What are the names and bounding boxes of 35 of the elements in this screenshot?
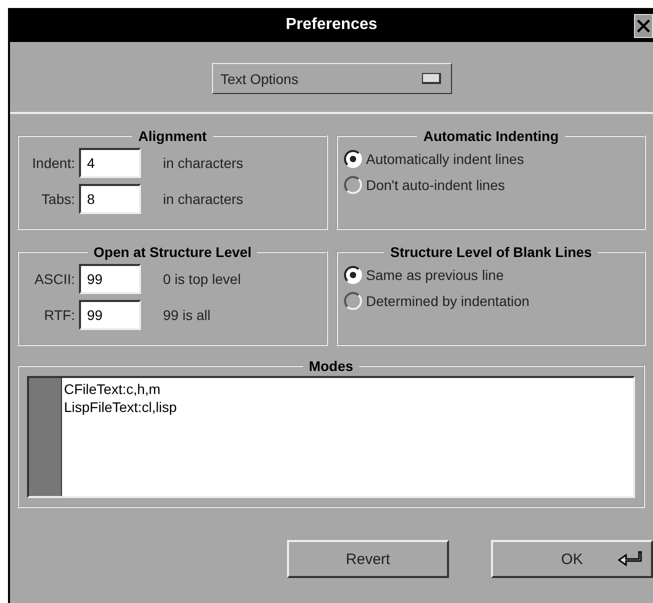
ok-button[interactable]: OK bbox=[491, 540, 653, 578]
group-title: Alignment bbox=[137, 128, 208, 144]
group-title: Structure Level of Blank Lines bbox=[389, 244, 593, 260]
radio-button[interactable] bbox=[344, 266, 362, 284]
group-title: Automatic Indenting bbox=[422, 128, 560, 144]
list-item[interactable]: LispFileText:cl,lisp bbox=[64, 398, 177, 416]
revert-button[interactable]: Revert bbox=[287, 540, 449, 578]
modes-list[interactable]: CFileText:c,h,m LispFileText:cl,lisp bbox=[27, 376, 635, 498]
group-title: Modes bbox=[308, 358, 354, 374]
radio-label: Determined by indentation bbox=[366, 293, 530, 309]
radio-button[interactable] bbox=[344, 150, 362, 168]
field-hint: in characters bbox=[163, 191, 244, 207]
return-arrow-icon bbox=[617, 550, 645, 568]
menu-indicator-icon bbox=[422, 73, 440, 84]
radio-label: Don't auto-indent lines bbox=[366, 177, 505, 193]
close-button[interactable] bbox=[634, 14, 653, 38]
group-title: Open at Structure Level bbox=[92, 244, 252, 260]
number-field[interactable]: 4 bbox=[79, 148, 141, 178]
window-title: Preferences bbox=[286, 16, 378, 34]
radio-button[interactable] bbox=[344, 292, 362, 310]
field-hint: 99 is all bbox=[163, 307, 210, 323]
radio-button[interactable] bbox=[344, 176, 362, 194]
radio-label: Automatically indent lines bbox=[366, 151, 524, 167]
field-label: Tabs: bbox=[40, 191, 75, 207]
category-menu[interactable]: Text Options bbox=[212, 63, 452, 94]
field-hint: in characters bbox=[163, 155, 244, 171]
radio-label: Same as previous line bbox=[366, 267, 504, 283]
field-label: Indent: bbox=[31, 155, 75, 171]
number-field[interactable]: 8 bbox=[79, 184, 141, 214]
number-field[interactable]: 99 bbox=[79, 264, 141, 294]
field-hint: 0 is top level bbox=[163, 271, 241, 287]
list-item[interactable]: CFileText:c,h,m bbox=[64, 380, 177, 398]
field-label: ASCII: bbox=[34, 271, 75, 287]
field-label: RTF: bbox=[43, 307, 75, 323]
number-field[interactable]: 99 bbox=[79, 300, 141, 330]
